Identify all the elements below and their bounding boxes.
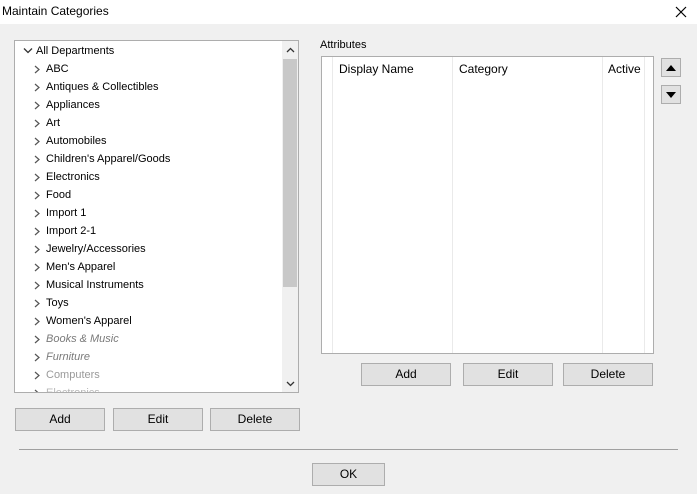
scroll-down-button[interactable] — [282, 375, 298, 392]
chevron-right-icon[interactable] — [33, 330, 45, 348]
tree-item-label: Men's Apparel — [46, 261, 116, 273]
chevron-right-icon[interactable] — [33, 60, 45, 78]
tree-item[interactable]: Musical Instruments — [15, 276, 282, 294]
chevron-right-icon[interactable] — [33, 96, 45, 114]
tree-item-label: Art — [46, 117, 61, 129]
tree-item-label: Computers — [46, 369, 100, 381]
tree-item-label: Electronics — [46, 387, 100, 392]
tree-add-button[interactable]: Add — [15, 408, 105, 431]
chevron-up-icon — [286, 47, 294, 52]
tree-item[interactable]: Electronics — [15, 384, 282, 392]
attribute-edit-button[interactable]: Edit — [463, 363, 553, 386]
tree-item-label: Women's Apparel — [46, 315, 132, 327]
tree-item[interactable]: Women's Apparel — [15, 312, 282, 330]
move-up-button[interactable] — [661, 58, 681, 77]
tree-item-label: Appliances — [46, 99, 100, 111]
grid-divider — [644, 57, 645, 353]
triangle-up-icon — [666, 64, 676, 71]
tree-item[interactable]: Furniture — [15, 348, 282, 366]
grid-divider — [602, 57, 603, 353]
chevron-right-icon[interactable] — [33, 114, 45, 132]
grid-header: Display Name Category Active — [322, 57, 653, 81]
tree-item-label: Musical Instruments — [46, 279, 144, 291]
attribute-delete-button[interactable]: Delete — [563, 363, 653, 386]
chevron-right-icon[interactable] — [33, 78, 45, 96]
tree-item-label: Automobiles — [46, 135, 107, 147]
chevron-right-icon[interactable] — [33, 240, 45, 258]
chevron-right-icon[interactable] — [33, 276, 45, 294]
tree-item-label: Furniture — [46, 351, 91, 363]
tree-item[interactable]: Computers — [15, 366, 282, 384]
chevron-right-icon[interactable] — [33, 168, 45, 186]
title-bar: Maintain Categories — [0, 0, 697, 24]
close-button[interactable] — [671, 2, 691, 22]
tree-item-label: Antiques & Collectibles — [46, 81, 159, 93]
tree-item[interactable]: Books & Music — [15, 330, 282, 348]
chevron-right-icon[interactable] — [33, 186, 45, 204]
scroll-up-button[interactable] — [282, 41, 298, 58]
tree-delete-button[interactable]: Delete — [210, 408, 300, 431]
column-header-display-name[interactable]: Display Name — [333, 57, 453, 81]
chevron-right-icon[interactable] — [33, 150, 45, 168]
attribute-add-button[interactable]: Add — [361, 363, 451, 386]
chevron-right-icon[interactable] — [33, 222, 45, 240]
tree-root-label: All Departments — [36, 45, 115, 57]
category-tree[interactable]: All Departments ABC Antiques & Collectibl… — [14, 40, 299, 393]
column-header-category[interactable]: Category — [453, 57, 603, 81]
tree-item-label: Books & Music — [46, 333, 119, 345]
tree-item-label: Jewelry/Accessories — [46, 243, 146, 255]
close-icon — [675, 6, 687, 18]
chevron-right-icon[interactable] — [33, 132, 45, 150]
tree-item-label: Import 2-1 — [46, 225, 97, 237]
tree-scrollbar[interactable] — [282, 41, 298, 392]
tree-item-label: Children's Apparel/Goods — [46, 153, 171, 165]
chevron-down-icon — [286, 381, 294, 386]
move-down-button[interactable] — [661, 85, 681, 104]
attributes-label: Attributes — [320, 39, 367, 51]
attributes-grid[interactable]: Display Name Category Active — [321, 56, 654, 354]
tree-item[interactable]: Electronics — [15, 168, 282, 186]
tree-item[interactable]: Men's Apparel — [15, 258, 282, 276]
tree-item[interactable]: Jewelry/Accessories — [15, 240, 282, 258]
tree-list: All Departments ABC Antiques & Collectibl… — [15, 41, 282, 392]
window-title: Maintain Categories — [2, 4, 109, 18]
tree-item[interactable]: Import 2-1 — [15, 222, 282, 240]
grid-divider — [332, 57, 333, 353]
scroll-thumb[interactable] — [283, 59, 297, 287]
tree-item[interactable]: Toys — [15, 294, 282, 312]
chevron-right-icon[interactable] — [33, 204, 45, 222]
tree-item-label: Toys — [46, 297, 69, 309]
tree-item[interactable]: Food — [15, 186, 282, 204]
tree-item[interactable]: Automobiles — [15, 132, 282, 150]
tree-item[interactable]: Children's Apparel/Goods — [15, 150, 282, 168]
ok-button[interactable]: OK — [312, 463, 385, 486]
tree-item-label: ABC — [46, 63, 69, 75]
chevron-right-icon[interactable] — [33, 384, 45, 392]
chevron-right-icon[interactable] — [33, 348, 45, 366]
footer-separator — [19, 449, 678, 450]
tree-root-all-departments[interactable]: All Departments — [15, 42, 282, 60]
tree-item-label: Electronics — [46, 171, 100, 183]
tree-item[interactable]: Art — [15, 114, 282, 132]
chevron-right-icon[interactable] — [33, 294, 45, 312]
chevron-right-icon[interactable] — [33, 312, 45, 330]
tree-item-label: Food — [46, 189, 72, 201]
tree-item-label: Import 1 — [46, 207, 87, 219]
tree-edit-button[interactable]: Edit — [113, 408, 203, 431]
grid-divider — [452, 57, 453, 353]
chevron-down-icon[interactable] — [23, 42, 35, 60]
chevron-right-icon[interactable] — [33, 258, 45, 276]
tree-item[interactable]: Antiques & Collectibles — [15, 78, 282, 96]
tree-item[interactable]: Import 1 — [15, 204, 282, 222]
chevron-right-icon[interactable] — [33, 366, 45, 384]
triangle-down-icon — [666, 91, 676, 98]
tree-item[interactable]: ABC — [15, 60, 282, 78]
tree-item[interactable]: Appliances — [15, 96, 282, 114]
